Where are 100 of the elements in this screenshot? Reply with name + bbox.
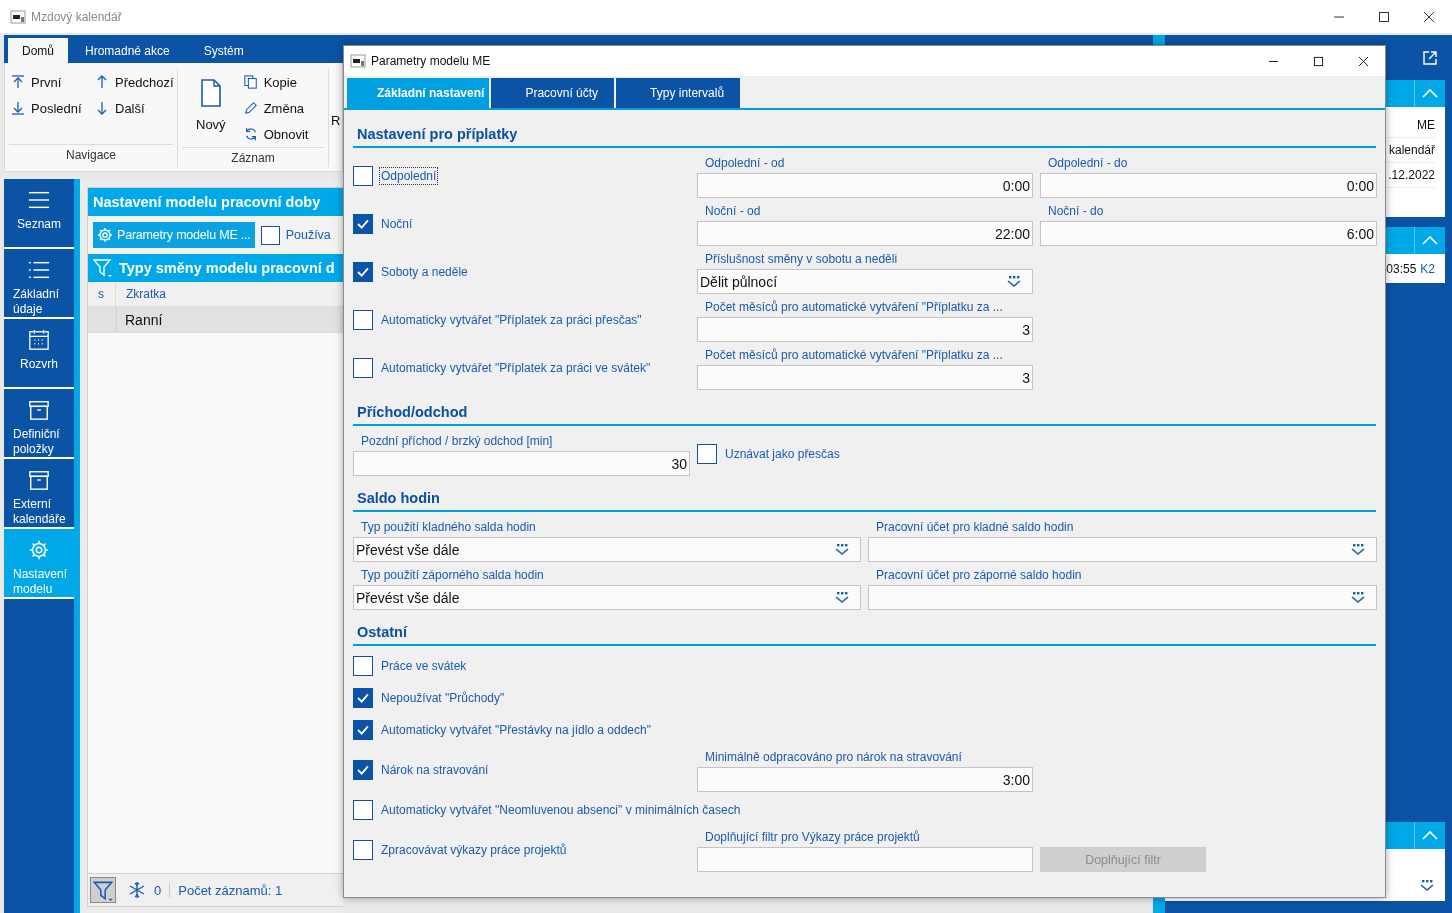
arrow-up-to-line-icon: [11, 75, 25, 89]
field-label: Příslušnost směny v sobotu a neděli: [704, 251, 899, 268]
ribbon-button[interactable]: Předchozí: [95, 69, 181, 95]
box-icon: [28, 399, 50, 421]
field-label: Minimálně odpracováno pro nárok na stravování: [704, 749, 963, 766]
input-field[interactable]: 3: [697, 365, 1033, 390]
tab[interactable]: Pracovní účty: [491, 78, 615, 108]
dropdown-field[interactable]: [868, 585, 1377, 610]
ribbon-button[interactable]: R: [331, 113, 342, 128]
dropdown-icon[interactable]: [1419, 879, 1435, 893]
field-label: Počet měsíců pro automatické vytváření "Příplatku za ...: [704, 347, 1004, 364]
ribbon-group-label: Navigace: [9, 144, 173, 167]
field-label: Pracovní účet pro záporné saldo hodin: [875, 567, 1083, 584]
ribbon-button[interactable]: Změna: [243, 95, 309, 121]
table-row[interactable]: Ranní: [88, 307, 343, 333]
source-text: K2: [1420, 261, 1435, 276]
ribbon-button[interactable]: Další: [95, 95, 181, 121]
dropdown-field[interactable]: [868, 537, 1377, 562]
column-header[interactable]: Zkratka: [116, 282, 166, 306]
checkbox[interactable]: [353, 720, 373, 740]
checkbox[interactable]: [353, 688, 373, 708]
ribbon-button[interactable]: Obnovit: [243, 121, 309, 147]
ribbon-tab[interactable]: Hromadné akce: [68, 38, 187, 63]
field-label: Typ použití kladného salda hodin: [360, 519, 537, 536]
field-label: Odpolední - do: [1047, 155, 1129, 172]
input-field[interactable]: 0:00: [697, 173, 1033, 198]
checkbox-label: Používa: [285, 228, 331, 242]
checkbox[interactable]: [353, 656, 373, 676]
field-label: Typ použití záporného salda hodin: [360, 567, 545, 584]
dropdown-icon: [1350, 590, 1366, 605]
menu-icon: [28, 189, 50, 211]
input-field[interactable]: 3:00: [697, 767, 1033, 792]
calendar-icon: [28, 329, 50, 351]
arrow-up-icon: [95, 75, 109, 89]
checkbox[interactable]: [353, 800, 373, 820]
ribbon-button[interactable]: Poslední: [11, 95, 95, 121]
section-title: Příchod/odchod: [357, 404, 468, 420]
ribbon-tab[interactable]: Domů: [8, 38, 68, 63]
ribbon-button[interactable]: Kopie: [243, 69, 309, 95]
dialog-title: Parametry modelu ME: [371, 54, 491, 68]
dropdown-icon: [1006, 274, 1022, 289]
popout-icon[interactable]: [1422, 49, 1438, 66]
pencil-icon: [243, 101, 258, 115]
checkbox-label: Automaticky vytvářet "Přestávky na jídlo a oddech": [380, 722, 652, 739]
field-label: Noční - od: [704, 203, 762, 220]
app-logo-icon: [10, 8, 26, 25]
checkbox-label: Zpracovávat výkazy práce projektů: [380, 842, 568, 859]
dropdown-icon: [834, 590, 850, 605]
checkbox-label: Odpolední: [379, 167, 439, 185]
checkbox-label: Automaticky vytvářet "Příplatek za práci přesčas": [380, 312, 643, 329]
settings-icon: [97, 227, 113, 243]
checkbox[interactable]: [697, 444, 717, 464]
document-icon: [199, 79, 222, 107]
window-title: Mzdový kalendář: [31, 9, 122, 24]
input-field[interactable]: 0:00: [1040, 173, 1377, 198]
tab[interactable]: Typy intervalů: [616, 78, 741, 108]
dropdown-icon: [1350, 542, 1366, 557]
settings-icon: [28, 539, 50, 561]
app-logo-icon: [350, 53, 366, 69]
checkbox[interactable]: [353, 214, 373, 234]
maximize-button[interactable]: [1378, 10, 1390, 23]
checkbox[interactable]: [353, 760, 373, 780]
input-field[interactable]: 6:00: [1040, 221, 1377, 246]
panel-title: Nastavení modelu pracovní doby: [93, 194, 321, 210]
box-icon: [28, 469, 50, 491]
checkbox[interactable]: [353, 358, 373, 378]
arrow-down-icon: [95, 101, 109, 115]
arrow-down-to-line-icon: [11, 101, 25, 115]
field-label: Pozdní příchod / brzký odchod [min]: [360, 433, 554, 450]
dropdown-icon: [834, 542, 850, 557]
status-count: 0: [154, 882, 171, 898]
input-field[interactable]: 30: [353, 451, 690, 476]
maximize-button[interactable]: [1313, 55, 1324, 67]
ribbon-button[interactable]: Nový: [196, 69, 226, 147]
ribbon-group-label: Záznam: [182, 147, 324, 168]
input-field[interactable]: 22:00: [697, 221, 1033, 246]
checkbox[interactable]: [353, 310, 373, 330]
dropdown-field[interactable]: Převést vše dále: [353, 537, 861, 562]
checkbox[interactable]: [260, 225, 280, 245]
checkbox-label: Uznávat jako přesčas: [724, 446, 841, 463]
ribbon-tab[interactable]: Systém: [186, 38, 261, 63]
input-field[interactable]: [697, 847, 1033, 872]
ribbon-button[interactable]: První: [11, 69, 95, 95]
checkbox-label: Soboty a neděle: [380, 264, 469, 281]
section-title: Ostatní: [357, 624, 407, 640]
dropdown-field[interactable]: Převést vše dále: [353, 585, 861, 610]
close-button[interactable]: [1358, 55, 1369, 67]
checkbox[interactable]: [353, 840, 373, 860]
grid-title: Typy směny modelu pracovní d: [119, 260, 335, 276]
snowflake-icon[interactable]: [128, 881, 146, 899]
filter-icon[interactable]: [90, 877, 116, 903]
checkbox[interactable]: [353, 262, 373, 282]
checkbox-label: Nárok na stravování: [380, 762, 490, 779]
column-header[interactable]: s: [88, 282, 116, 306]
field-label: Počet měsíců pro automatické vytváření "Příplatku za ...: [704, 299, 1004, 316]
checkbox[interactable]: [353, 166, 373, 186]
dropdown-field[interactable]: Dělit půlnocí: [697, 269, 1033, 294]
checkbox-label: Automaticky vytvářet "Neomluvenou absenci" v minimálních časech: [380, 802, 742, 819]
close-button[interactable]: [1423, 10, 1435, 23]
input-field[interactable]: 3: [697, 317, 1033, 342]
